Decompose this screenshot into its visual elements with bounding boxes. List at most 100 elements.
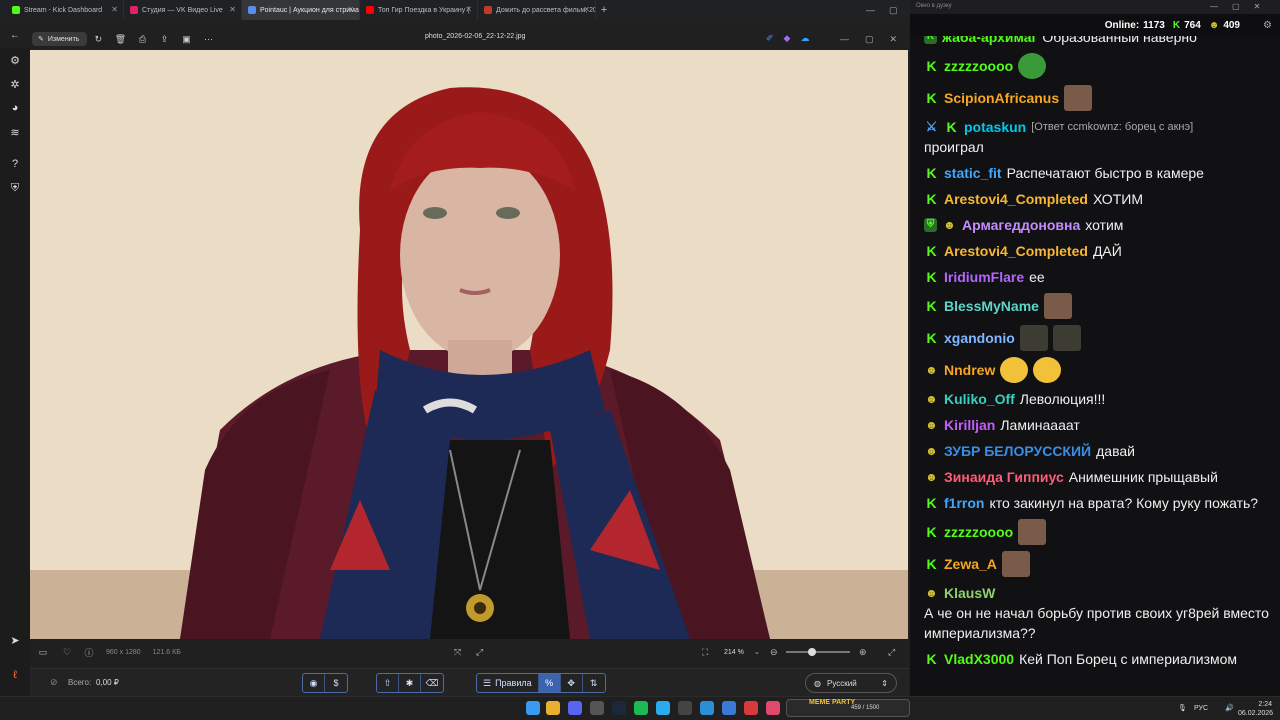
chat-username[interactable]: xgandonio (944, 328, 1015, 348)
zoom-slider-knob[interactable] (807, 648, 816, 656)
meme-party-widget[interactable]: MEME PARTY 459 / 1500 (786, 699, 910, 717)
browser-tab[interactable]: Студия — VK Видео Live ✕ (124, 0, 242, 20)
bug-icon[interactable]: ✱ (399, 674, 421, 692)
zoom-in-icon[interactable]: ⊕ (859, 647, 867, 658)
chat-message[interactable]: ⚔ Kpotaskun [Ответ ccmkownz: борец с акнэ]… (924, 114, 1270, 160)
chat-username[interactable]: BlessMyName (944, 296, 1039, 316)
print-icon[interactable]: ⎙ (131, 34, 153, 45)
app-icon[interactable] (678, 701, 692, 715)
browser-tab[interactable]: Pointauc | Аукцион для стрима ✕ (242, 0, 360, 20)
chat-message[interactable]: K Arestovi4_Completed ДАЙ (924, 238, 1270, 264)
chat-username[interactable]: Kuliko_Off (944, 389, 1015, 409)
chat-message[interactable]: K Arestovi4_Completed ХОТИМ (924, 186, 1270, 212)
chat-username[interactable]: Arestovi4_Completed (944, 241, 1088, 261)
more-icon[interactable]: ⋯ (197, 34, 219, 45)
steam-icon[interactable] (612, 701, 626, 715)
chat-username[interactable]: Kirilljan (944, 415, 995, 435)
donate-icon[interactable]: $ (325, 674, 347, 692)
actual-size-icon[interactable]: ⤢ (476, 647, 483, 658)
app-logo-icon[interactable]: ℓ (0, 663, 30, 687)
chevron-down-icon[interactable]: ⌄ (754, 648, 760, 656)
slideshow-icon[interactable]: ▣ (175, 34, 197, 45)
settings-icon[interactable]: ⚙ (1263, 20, 1272, 31)
onedrive-icon[interactable]: ☁ (800, 33, 809, 44)
chat-username[interactable]: ЗУБР БЕЛОРУССКИЙ (944, 441, 1091, 461)
chrome-icon[interactable] (546, 701, 560, 715)
adjust-icon[interactable]: ⚙ (0, 48, 30, 72)
lang-indicator[interactable]: РУС (1194, 704, 1208, 713)
browser-tab[interactable]: Stream - Kick Dashboard ✕ (6, 0, 124, 20)
volume-icon[interactable]: 🔊 (1225, 704, 1234, 713)
chat-message[interactable]: ☻ Kirilljan Ламинаааат (924, 412, 1270, 438)
clear-icon[interactable]: ⌫ (421, 674, 443, 692)
chat-username[interactable]: Zewa_A (944, 554, 997, 574)
chat-message[interactable]: Kstatic_fit Распечатают быстро в камере (924, 160, 1270, 186)
github-icon[interactable]: ◉ (303, 674, 325, 692)
percent-button[interactable]: % (538, 674, 561, 692)
chat-message[interactable]: K Zewa_A (924, 548, 1270, 580)
telegram-icon[interactable]: ➤ (0, 628, 30, 652)
chat-username[interactable]: Nndrew (944, 360, 995, 380)
chat-username[interactable]: potaskun (964, 117, 1026, 137)
favorite-icon[interactable]: ♡ (56, 647, 78, 658)
crop-icon[interactable]: ⛶ (702, 647, 708, 658)
chat-message[interactable]: ☻ Зинаида Гиппиус Анимешник прыщавый (924, 464, 1270, 490)
share-icon[interactable]: ⇪ (153, 34, 175, 45)
edit-button[interactable]: ✎ Изменить (32, 32, 88, 46)
minimize-icon[interactable]: — (1210, 2, 1218, 11)
discord-icon[interactable] (568, 701, 582, 715)
chat-username[interactable]: KlausW (944, 583, 995, 603)
chat-message[interactable]: Kzzzzzoooo (924, 516, 1270, 548)
language-select[interactable]: ◍ Русский ⇕ (805, 673, 897, 693)
chat-username[interactable]: Зинаида Гиппиус (944, 467, 1064, 487)
chat-username[interactable]: Армагеддоновна (962, 215, 1080, 235)
new-tab-button[interactable]: + (596, 0, 612, 20)
tab-close-icon[interactable]: ✕ (347, 5, 354, 14)
fullscreen-icon[interactable]: ⤢ (888, 647, 895, 658)
browser-tab[interactable]: Топ Гир Поездка в Украину (✕ (360, 0, 478, 20)
chat-message[interactable]: ☻ KlausW А че он не начал борьбу против св… (924, 580, 1270, 646)
maximize-icon[interactable]: ▢ (1232, 2, 1240, 11)
delete-icon[interactable]: 🗑 (109, 34, 131, 45)
obs-icon[interactable] (590, 701, 604, 715)
tab-close-icon[interactable]: ✕ (229, 5, 236, 14)
music-icon[interactable] (766, 701, 780, 715)
video-icon[interactable] (744, 701, 758, 715)
chat-message[interactable]: Kxgandonio (924, 322, 1270, 354)
chat-message[interactable]: K IridiumFlare ее (924, 264, 1270, 290)
tab-close-icon[interactable]: ✕ (583, 5, 590, 14)
chat-message[interactable]: K VladX3000 Кей Поп Борец с империализмом (924, 646, 1270, 672)
color-icon[interactable]: ◕ (0, 96, 30, 120)
move-icon[interactable]: ✥ (561, 674, 583, 692)
zoom-level[interactable]: 214 % (724, 649, 744, 656)
mic-icon[interactable]: 🎙 (1178, 704, 1187, 713)
chat-username[interactable]: IridiumFlare (944, 267, 1024, 287)
rotate-icon[interactable]: ↻ (87, 34, 109, 45)
settings-icon[interactable]: ✲ (0, 72, 30, 96)
chat-message[interactable]: Kf1rron кто закинул на врата? Кому руку п… (924, 490, 1270, 516)
maximize-icon[interactable]: ▢ (865, 34, 874, 45)
layers-icon[interactable]: ≋ (0, 120, 30, 144)
store-icon[interactable] (722, 701, 736, 715)
close-icon[interactable]: ✕ (890, 34, 898, 45)
chat-message[interactable]: ☻ ЗУБР БЕЛОРУССКИЙ давай (924, 438, 1270, 464)
chat-username[interactable]: zzzzzoooo (944, 56, 1013, 76)
telegram-icon[interactable] (656, 701, 670, 715)
chat-message[interactable]: K BlessMyName (924, 290, 1270, 322)
chat-message[interactable]: Kжаба-архимаг Образованный наверно (924, 36, 1270, 50)
chat-username[interactable]: Arestovi4_Completed (944, 189, 1088, 209)
chat-username[interactable]: жаба-архимаг (942, 36, 1037, 47)
chat-message[interactable]: Kzzzzzoooo (924, 50, 1270, 82)
minimize-icon[interactable]: — (866, 5, 875, 15)
chat-message[interactable]: ☻ Kuliko_Off Леволюция!!! (924, 386, 1270, 412)
info-icon[interactable]: ⓘ (78, 646, 100, 659)
chat-message[interactable]: ⛨ ☻ Армагеддоновна хотим (924, 212, 1270, 238)
designer-icon[interactable]: ◆ (784, 33, 791, 44)
maximize-icon[interactable]: ▢ (889, 5, 898, 16)
fit-icon[interactable]: ⤧ (454, 647, 461, 658)
chat-username[interactable]: zzzzzoooo (944, 522, 1013, 542)
filmstrip-icon[interactable]: ▭ (30, 647, 56, 658)
hide-icon[interactable]: ⊘ (50, 677, 58, 688)
photo-canvas[interactable] (30, 50, 908, 639)
chat-message[interactable]: ☻ Nndrew (924, 354, 1270, 386)
